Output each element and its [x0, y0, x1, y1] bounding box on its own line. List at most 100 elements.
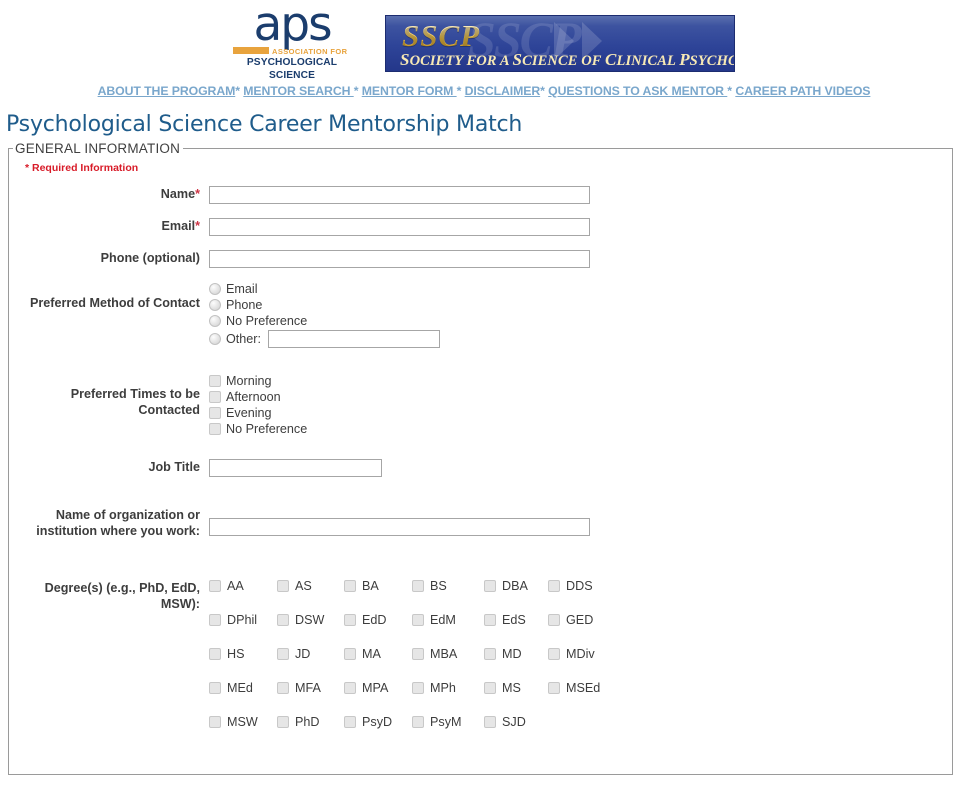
degree-option-dsw[interactable]: DSW: [277, 613, 344, 627]
checkbox-icon[interactable]: [548, 648, 560, 661]
degree-label-dsw: DSW: [295, 613, 325, 628]
radio-icon[interactable]: [209, 333, 221, 345]
checkbox-option-no-preference[interactable]: No Preference: [209, 421, 952, 437]
degree-option-mph[interactable]: MPh: [412, 681, 484, 695]
degree-option-dphil[interactable]: DPhil: [209, 613, 277, 627]
checkbox-icon[interactable]: [412, 682, 424, 695]
nav-link-about-the-program[interactable]: ABOUT THE PROGRAM: [98, 84, 236, 98]
checkbox-icon[interactable]: [412, 580, 424, 593]
job-title-input[interactable]: [209, 459, 382, 477]
checkbox-icon[interactable]: [484, 716, 496, 729]
degree-option-sjd[interactable]: SJD: [484, 715, 548, 729]
checkbox-icon[interactable]: [277, 648, 289, 661]
radio-label-other: Other:: [226, 331, 261, 346]
degree-option-dds[interactable]: DDS: [548, 579, 628, 593]
checkbox-icon[interactable]: [344, 648, 356, 661]
degree-option-mba[interactable]: MBA: [412, 647, 484, 661]
radio-icon[interactable]: [209, 283, 221, 295]
checkbox-icon[interactable]: [209, 391, 221, 403]
degree-option-bs[interactable]: BS: [412, 579, 484, 593]
checkbox-icon[interactable]: [209, 682, 221, 695]
checkbox-icon[interactable]: [344, 614, 356, 627]
checkbox-icon[interactable]: [277, 716, 289, 729]
checkbox-icon[interactable]: [484, 648, 496, 661]
nav-link-career-path-videos[interactable]: CAREER PATH VIDEOS: [735, 84, 870, 98]
degree-option-jd[interactable]: JD: [277, 647, 344, 661]
radio-option-no-preference[interactable]: No Preference: [209, 313, 952, 329]
nav-link-mentor-form[interactable]: MENTOR FORM: [362, 84, 457, 98]
degree-option-psyd[interactable]: PsyD: [344, 715, 412, 729]
aps-logo[interactable]: aps ASSOCIATION FOR PSYCHOLOGICAL SCIENC…: [233, 2, 351, 82]
radio-option-other[interactable]: Other:: [209, 329, 952, 349]
checkbox-icon[interactable]: [548, 614, 560, 627]
nav-separator: *: [235, 84, 240, 98]
checkbox-option-evening[interactable]: Evening: [209, 405, 952, 421]
checkbox-option-morning[interactable]: Morning: [209, 373, 952, 389]
degree-option-ma[interactable]: MA: [344, 647, 412, 661]
radio-option-email[interactable]: Email: [209, 281, 952, 297]
radio-option-phone[interactable]: Phone: [209, 297, 952, 313]
sscp-banner[interactable]: SSCP SSCP SOCIETY FOR A SCIENCE OF CLINI…: [385, 14, 735, 72]
preferred-times-options: Morning Afternoon Evening No Preference: [209, 373, 952, 437]
degree-option-med[interactable]: MEd: [209, 681, 277, 695]
degree-option-mpa[interactable]: MPA: [344, 681, 412, 695]
degrees-label: Degree(s) (e.g., PhD, EdD, MSW):: [44, 581, 200, 612]
checkbox-icon[interactable]: [209, 580, 221, 593]
checkbox-icon[interactable]: [209, 375, 221, 387]
degree-option-psym[interactable]: PsyM: [412, 715, 484, 729]
checkbox-icon[interactable]: [277, 614, 289, 627]
radio-icon[interactable]: [209, 299, 221, 311]
degree-option-ms[interactable]: MS: [484, 681, 548, 695]
degree-label-mba: MBA: [430, 647, 458, 662]
checkbox-icon[interactable]: [209, 407, 221, 419]
email-label-text: Email: [161, 219, 196, 233]
degree-option-hs[interactable]: HS: [209, 647, 277, 661]
checkbox-icon[interactable]: [548, 682, 560, 695]
degree-option-ba[interactable]: BA: [344, 579, 412, 593]
checkbox-icon[interactable]: [277, 682, 289, 695]
email-input[interactable]: [209, 218, 590, 236]
header-logo-row: aps ASSOCIATION FOR PSYCHOLOGICAL SCIENC…: [0, 0, 968, 81]
checkbox-icon[interactable]: [412, 648, 424, 661]
checkbox-icon[interactable]: [209, 716, 221, 729]
checkbox-icon[interactable]: [484, 682, 496, 695]
spacer: [9, 349, 952, 373]
checkbox-icon[interactable]: [277, 580, 289, 593]
checkbox-option-afternoon[interactable]: Afternoon: [209, 389, 952, 405]
checkbox-icon[interactable]: [484, 580, 496, 593]
degree-option-mfa[interactable]: MFA: [277, 681, 344, 695]
sscp-tagline: SOCIETY FOR A SCIENCE OF CLINICAL PSYCHO…: [400, 49, 734, 69]
nav-link-mentor-search[interactable]: MENTOR SEARCH: [243, 84, 353, 98]
organization-input[interactable]: [209, 518, 590, 536]
degree-option-mdiv[interactable]: MDiv: [548, 647, 628, 661]
degree-option-msed[interactable]: MSEd: [548, 681, 628, 695]
degree-option-edd[interactable]: EdD: [344, 613, 412, 627]
name-input[interactable]: [209, 186, 590, 204]
checkbox-icon[interactable]: [209, 614, 221, 627]
degree-option-eds[interactable]: EdS: [484, 613, 548, 627]
checkbox-icon[interactable]: [412, 614, 424, 627]
checkbox-icon[interactable]: [412, 716, 424, 729]
degree-option-aa[interactable]: AA: [209, 579, 277, 593]
checkbox-icon[interactable]: [209, 648, 221, 661]
degree-option-phd[interactable]: PhD: [277, 715, 344, 729]
checkbox-icon[interactable]: [484, 614, 496, 627]
main-navigation: ABOUT THE PROGRAM* MENTOR SEARCH * MENTO…: [0, 78, 968, 98]
degree-option-md[interactable]: MD: [484, 647, 548, 661]
degree-option-edm[interactable]: EdM: [412, 613, 484, 627]
phone-input[interactable]: [209, 250, 590, 268]
preferred-contact-other-input[interactable]: [268, 330, 440, 348]
checkbox-icon[interactable]: [548, 580, 560, 593]
degree-option-ged[interactable]: GED: [548, 613, 628, 627]
checkbox-icon[interactable]: [344, 682, 356, 695]
checkbox-icon[interactable]: [344, 580, 356, 593]
preferred-contact-options: Email Phone No Preference Other:: [209, 281, 952, 349]
nav-link-disclaimer[interactable]: DISCLAIMER: [465, 84, 541, 98]
nav-link-questions-to-ask-mentor[interactable]: QUESTIONS TO ASK MENTOR: [548, 84, 727, 98]
degree-option-as[interactable]: AS: [277, 579, 344, 593]
degree-option-dba[interactable]: DBA: [484, 579, 548, 593]
checkbox-icon[interactable]: [344, 716, 356, 729]
degree-option-msw[interactable]: MSW: [209, 715, 277, 729]
checkbox-icon[interactable]: [209, 423, 221, 435]
radio-icon[interactable]: [209, 315, 221, 327]
